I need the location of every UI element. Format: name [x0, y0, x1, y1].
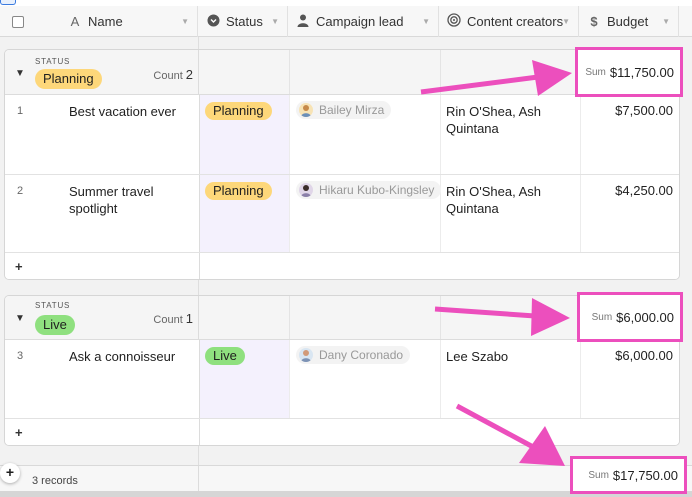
person-icon — [296, 14, 310, 30]
group-count: Count 1 — [153, 311, 193, 326]
chevron-down-icon[interactable]: ▼ — [271, 17, 279, 26]
column-header-label: Name — [88, 14, 123, 29]
table-row[interactable]: 3 Ask a connoisseur Live Dany Coronado L… — [5, 340, 679, 419]
group-value-pill: Planning — [35, 69, 102, 89]
sum-value: $6,000.00 — [616, 309, 674, 325]
campaign-lead-chip[interactable]: Dany Coronado — [296, 346, 411, 364]
campaign-lead-chip[interactable]: Bailey Mirza — [296, 101, 392, 119]
content-creators[interactable]: Rin O'Shea, Ash Quintana — [446, 103, 578, 137]
budget-value[interactable]: $7,500.00 — [615, 103, 673, 118]
group-count: Count 2 — [153, 67, 193, 82]
group-value-pill: Live — [35, 315, 75, 335]
column-header-status[interactable]: Status ▼ — [198, 6, 288, 37]
select-all-cell — [0, 6, 58, 37]
add-record-button[interactable]: + — [0, 463, 20, 483]
collaborator-icon — [447, 13, 461, 30]
chevron-down-icon[interactable]: ▼ — [422, 17, 430, 26]
chevron-down-icon[interactable]: ▼ — [181, 17, 189, 26]
sum-value: $11,750.00 — [609, 64, 674, 80]
group-sum-live: Sum $6,000.00 — [577, 292, 683, 342]
collapse-toggle-icon[interactable]: ▼ — [15, 68, 25, 79]
plus-icon[interactable]: + — [15, 425, 23, 440]
record-name[interactable]: Ask a connoisseur — [69, 348, 193, 365]
column-header-campaign-lead[interactable]: Campaign lead ▼ — [288, 6, 439, 37]
status-badge[interactable]: Planning — [205, 182, 272, 200]
grid-header: A Name ▼ Status ▼ Campaign lead ▼ Conten… — [0, 6, 692, 37]
avatar — [299, 183, 313, 197]
record-count: 3 records — [32, 475, 78, 487]
table-row[interactable]: 1 Best vacation ever Planning Bailey Mir… — [5, 95, 679, 175]
chevron-down-icon[interactable]: ▼ — [562, 17, 570, 26]
column-header-content-creators[interactable]: Content creators ▼ — [439, 6, 579, 37]
collapse-toggle-icon[interactable]: ▼ — [15, 313, 25, 324]
column-header-label: Content creators — [467, 14, 564, 29]
campaign-lead-name: Hikaru Kubo-Kingsley — [319, 183, 435, 197]
content-creators[interactable]: Rin O'Shea, Ash Quintana — [446, 183, 578, 217]
table-row[interactable]: 2 Summer travel spotlight Planning Hikar… — [5, 175, 679, 253]
avatar — [299, 348, 313, 362]
status-badge[interactable]: Live — [205, 347, 245, 365]
group-field-label: STATUS — [35, 57, 71, 66]
record-name[interactable]: Summer travel spotlight — [69, 183, 193, 217]
group-field-label: STATUS — [35, 301, 71, 310]
chevron-down-icon[interactable]: ▼ — [662, 17, 670, 26]
text-icon: A — [70, 14, 80, 29]
column-header-label: Status — [226, 14, 263, 29]
content-creators[interactable]: Lee Szabo — [446, 348, 578, 365]
column-header-name[interactable]: A Name ▼ — [58, 6, 198, 37]
row-number: 3 — [17, 350, 24, 362]
campaign-lead-chip[interactable]: Hikaru Kubo-Kingsley — [296, 181, 442, 199]
column-header-label: Campaign lead — [316, 14, 404, 29]
select-all-checkbox[interactable] — [12, 15, 24, 28]
row-number: 2 — [17, 185, 24, 197]
budget-value[interactable]: $4,250.00 — [615, 183, 673, 198]
selection-indicator — [0, 0, 16, 5]
add-row-button[interactable]: + — [5, 253, 679, 279]
add-row-button[interactable]: + — [5, 419, 679, 445]
budget-value[interactable]: $6,000.00 — [615, 348, 673, 363]
column-header-label: Budget — [607, 14, 649, 29]
sum-label: Sum — [585, 66, 606, 78]
record-name[interactable]: Best vacation ever — [69, 103, 193, 120]
status-icon — [206, 14, 220, 30]
avatar — [299, 103, 313, 117]
sum-label: Sum — [591, 311, 613, 323]
total-sum: Sum $17,750.00 — [570, 456, 687, 494]
plus-icon[interactable]: + — [15, 259, 23, 274]
campaign-lead-name: Bailey Mirza — [319, 103, 385, 117]
sum-label: Sum — [588, 469, 609, 481]
group-sum-planning: Sum $11,750.00 — [575, 47, 683, 97]
row-number: 1 — [17, 105, 24, 117]
column-header-budget[interactable]: $ Budget ▼ — [579, 6, 679, 37]
status-badge[interactable]: Planning — [205, 102, 272, 120]
sum-value: $17,750.00 — [612, 467, 678, 483]
currency-icon: $ — [590, 14, 598, 29]
campaign-lead-name: Dany Coronado — [319, 348, 404, 362]
